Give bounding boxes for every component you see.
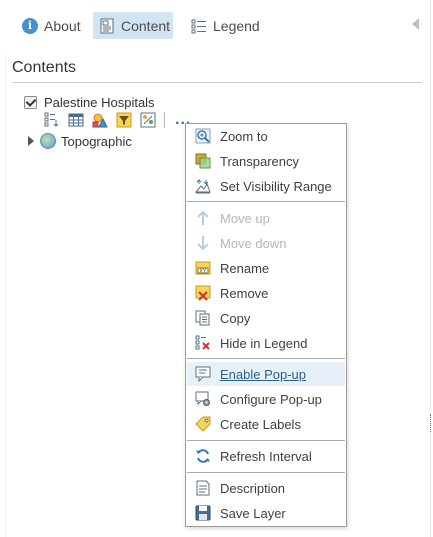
menu-item-rename[interactable]: XY Rename bbox=[187, 256, 345, 280]
panel-right-border bbox=[430, 0, 431, 537]
table-icon[interactable] bbox=[68, 112, 84, 128]
info-icon: i bbox=[22, 17, 38, 34]
configure-popup-icon bbox=[195, 391, 211, 407]
description-icon bbox=[195, 480, 211, 496]
tab-legend-label: Legend bbox=[213, 17, 260, 34]
remove-icon bbox=[195, 285, 211, 301]
menu-item-label: Transparency bbox=[220, 153, 299, 169]
menu-item-zoom-to[interactable]: Zoom to bbox=[187, 124, 345, 148]
layer-context-menu: Zoom to Transparency Set Visibility Rang… bbox=[185, 123, 347, 527]
menu-item-label: Description bbox=[220, 480, 286, 496]
menu-item-set-visibility-range[interactable]: Set Visibility Range bbox=[187, 174, 345, 198]
content-icon bbox=[99, 18, 115, 34]
section-title: Contents bbox=[12, 59, 77, 76]
menu-item-label: Copy bbox=[220, 310, 251, 326]
menu-item-copy[interactable]: Copy bbox=[187, 306, 345, 330]
layer-tools: ... bbox=[44, 111, 191, 129]
menu-item-label: Move up bbox=[220, 210, 270, 226]
analysis-icon[interactable] bbox=[140, 112, 156, 128]
menu-separator bbox=[187, 358, 345, 359]
move-down-icon bbox=[195, 235, 211, 251]
menu-item-save-layer[interactable]: Save Layer bbox=[187, 501, 345, 525]
change-style-icon[interactable] bbox=[92, 112, 108, 128]
filter-icon[interactable] bbox=[116, 112, 132, 128]
move-up-icon bbox=[195, 210, 211, 226]
menu-item-hide-in-legend[interactable]: Hide in Legend bbox=[187, 331, 345, 355]
menu-item-label: Enable Pop-up bbox=[220, 366, 307, 382]
rename-icon: XY bbox=[195, 260, 211, 276]
section-divider bbox=[12, 82, 422, 83]
menu-separator bbox=[187, 440, 345, 441]
transparency-icon bbox=[195, 153, 211, 169]
menu-item-description[interactable]: Description bbox=[187, 476, 345, 500]
layer-row-palestine-hospitals: Palestine Hospitals bbox=[24, 93, 155, 111]
layer-row-topographic: Topographic bbox=[28, 132, 132, 150]
tab-about-label: About bbox=[44, 17, 81, 34]
menu-item-enable-popup[interactable]: Enable Pop-up bbox=[187, 362, 345, 386]
menu-item-label: Move down bbox=[220, 235, 287, 251]
legend-icon bbox=[191, 18, 207, 34]
zoom-to-icon bbox=[195, 128, 211, 144]
menu-item-configure-popup[interactable]: Configure Pop-up bbox=[187, 387, 345, 411]
tab-content[interactable]: Content bbox=[93, 12, 173, 39]
menu-separator bbox=[187, 201, 345, 202]
tab-content-label: Content bbox=[121, 17, 171, 34]
tab-legend[interactable]: Legend bbox=[187, 12, 263, 39]
refresh-interval-icon bbox=[195, 448, 211, 464]
enable-popup-icon bbox=[195, 366, 211, 383]
create-labels-icon bbox=[195, 416, 211, 432]
layer-name[interactable]: Topographic bbox=[61, 134, 132, 149]
menu-item-move-down[interactable]: Move down bbox=[187, 231, 345, 255]
menu-item-create-labels[interactable]: Create Labels bbox=[187, 412, 345, 436]
panel-tabbar: i About Content Legend bbox=[0, 0, 433, 50]
panel-left-border bbox=[5, 55, 6, 537]
menu-item-label: Configure Pop-up bbox=[220, 391, 322, 407]
tab-about[interactable]: i About bbox=[18, 12, 84, 39]
menu-item-label: Save Layer bbox=[220, 505, 286, 521]
menu-item-label: Set Visibility Range bbox=[220, 178, 332, 194]
globe-icon bbox=[40, 133, 56, 149]
tools-separator bbox=[164, 112, 165, 128]
menu-item-label: Remove bbox=[220, 285, 269, 301]
menu-item-label: Refresh Interval bbox=[220, 448, 312, 464]
svg-text:XY: XY bbox=[200, 269, 207, 275]
menu-item-label: Hide in Legend bbox=[220, 335, 308, 351]
visibility-range-icon bbox=[194, 178, 211, 194]
layer-name[interactable]: Palestine Hospitals bbox=[44, 95, 155, 110]
hide-in-legend-icon bbox=[195, 335, 211, 351]
collapse-panel-icon[interactable] bbox=[412, 18, 419, 30]
save-layer-icon bbox=[195, 505, 211, 521]
copy-icon bbox=[195, 310, 211, 326]
layer-visibility-checkbox[interactable] bbox=[24, 95, 37, 109]
menu-item-transparency[interactable]: Transparency bbox=[187, 149, 345, 173]
menu-item-label: Rename bbox=[220, 260, 270, 276]
expand-arrow-icon[interactable] bbox=[28, 136, 34, 146]
menu-item-remove[interactable]: Remove bbox=[187, 281, 345, 305]
menu-separator bbox=[187, 472, 345, 473]
menu-item-label: Zoom to bbox=[220, 128, 268, 144]
show-legend-icon[interactable] bbox=[44, 112, 60, 128]
menu-item-move-up[interactable]: Move up bbox=[187, 206, 345, 230]
menu-item-label: Create Labels bbox=[220, 416, 301, 432]
menu-item-refresh-interval[interactable]: Refresh Interval bbox=[187, 444, 345, 468]
